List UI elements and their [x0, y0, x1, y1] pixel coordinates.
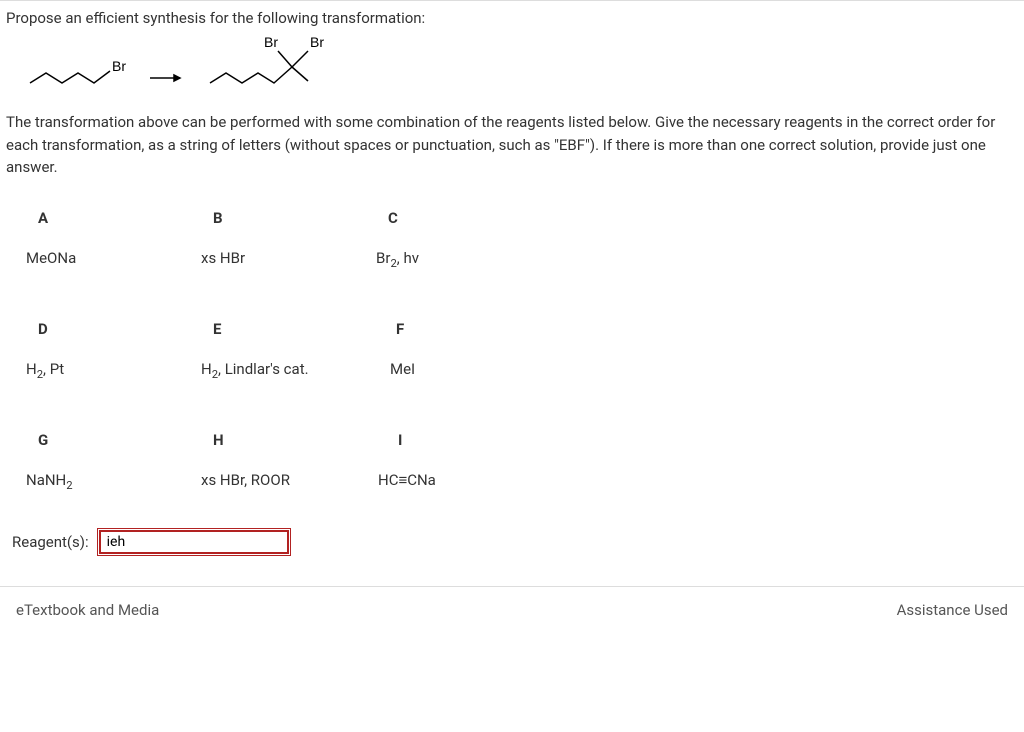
reagent-I: I HC≡CNa — [376, 431, 551, 492]
svg-text:Br: Br — [310, 34, 324, 50]
instruction-text: The transformation above can be performe… — [6, 111, 1018, 179]
assistance-used-label: Assistance Used — [897, 601, 1008, 619]
reagent-A: A MeONa — [26, 209, 201, 270]
reagent-H: H xs HBr, ROOR — [201, 431, 376, 492]
reagent-D: D H2, Pt — [26, 320, 201, 381]
reagent-F: F MeI — [376, 320, 551, 381]
reagents-input[interactable] — [99, 530, 289, 554]
svg-text:Br: Br — [264, 34, 278, 50]
reagent-B: B xs HBr — [201, 209, 376, 270]
svg-text:Br: Br — [112, 58, 126, 74]
reagents-grid: A MeONa B xs HBr C Br2, hv D H2, Pt E H2… — [26, 209, 1018, 492]
reagent-C: C Br2, hv — [376, 209, 551, 270]
etextbook-link[interactable]: eTextbook and Media — [16, 601, 159, 619]
chemical-structure: Br Br Br — [22, 33, 1018, 93]
reagent-G: G NaNH2 — [26, 431, 201, 492]
answer-label: Reagent(s): — [12, 533, 89, 551]
reagent-E: E H2, Lindlar's cat. — [201, 320, 376, 381]
question-prompt: Propose an efficient synthesis for the f… — [6, 9, 1018, 27]
